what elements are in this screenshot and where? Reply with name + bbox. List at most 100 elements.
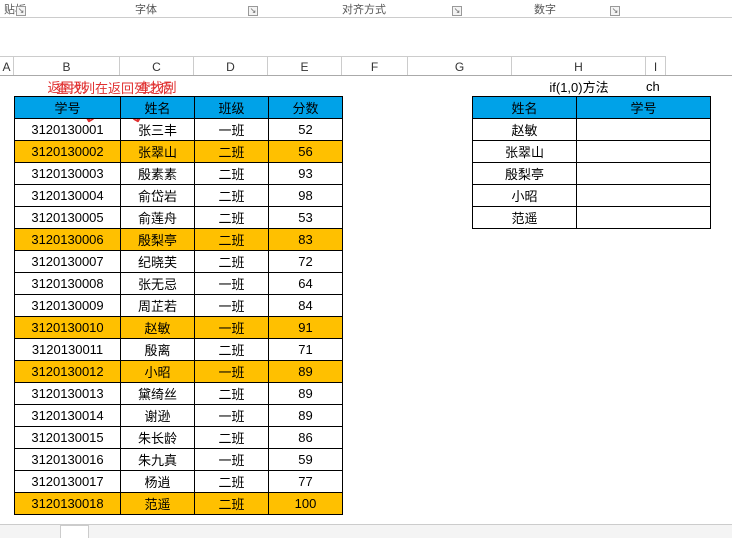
cell[interactable]: 范遥 — [473, 207, 577, 229]
cell[interactable]: 张三丰 — [121, 119, 195, 141]
cell[interactable]: 98 — [269, 185, 343, 207]
table-row[interactable]: 3120130007纪晓芙二班72 — [15, 251, 343, 273]
cell[interactable]: 72 — [269, 251, 343, 273]
cell[interactable]: 二班 — [195, 163, 269, 185]
cell[interactable]: 59 — [269, 449, 343, 471]
cell[interactable]: 3120130015 — [15, 427, 121, 449]
table-row[interactable]: 3120130003殷素素二班93 — [15, 163, 343, 185]
column-header[interactable]: G — [408, 56, 512, 75]
cell[interactable]: 100 — [269, 493, 343, 515]
lookup-table[interactable]: 姓名学号 赵敏张翠山殷梨亭小昭范遥 — [472, 96, 711, 229]
cell[interactable]: 一班 — [195, 317, 269, 339]
cell[interactable]: 3120130002 — [15, 141, 121, 163]
dialog-launcher-icon[interactable]: ↘ — [248, 6, 258, 16]
column-header[interactable]: B — [14, 56, 120, 75]
cell[interactable]: 殷离 — [121, 339, 195, 361]
cell[interactable] — [577, 163, 711, 185]
cell[interactable]: 52 — [269, 119, 343, 141]
cell[interactable]: 89 — [269, 361, 343, 383]
table-row[interactable]: 3120130002张翠山二班56 — [15, 141, 343, 163]
cell[interactable]: 71 — [269, 339, 343, 361]
table-row[interactable]: 3120130008张无忌一班64 — [15, 273, 343, 295]
cell[interactable]: 3120130001 — [15, 119, 121, 141]
table-row[interactable]: 3120130017杨逍二班77 — [15, 471, 343, 493]
table-row[interactable]: 3120130015朱长龄二班86 — [15, 427, 343, 449]
cell[interactable]: 周芷若 — [121, 295, 195, 317]
cell[interactable]: 64 — [269, 273, 343, 295]
cell[interactable]: 二班 — [195, 339, 269, 361]
cell[interactable]: 范遥 — [121, 493, 195, 515]
cell[interactable]: 黛绮丝 — [121, 383, 195, 405]
cell[interactable]: 91 — [269, 317, 343, 339]
cell[interactable]: 赵敏 — [473, 119, 577, 141]
dialog-launcher-icon[interactable]: ↘ — [16, 6, 26, 16]
table-header[interactable]: 姓名 — [121, 97, 195, 119]
cell[interactable]: 张翠山 — [121, 141, 195, 163]
cell[interactable]: 张翠山 — [473, 141, 577, 163]
cell[interactable]: 俞岱岩 — [121, 185, 195, 207]
table-row[interactable]: 3120130011殷离二班71 — [15, 339, 343, 361]
cell[interactable] — [577, 207, 711, 229]
cell[interactable]: 一班 — [195, 295, 269, 317]
cell[interactable] — [577, 141, 711, 163]
dialog-launcher-icon[interactable]: ↘ — [610, 6, 620, 16]
cell[interactable]: 86 — [269, 427, 343, 449]
table-row[interactable]: 3120130018范遥二班100 — [15, 493, 343, 515]
column-header[interactable]: F — [342, 56, 408, 75]
cell[interactable] — [577, 185, 711, 207]
table-row[interactable]: 殷梨亭 — [473, 163, 711, 185]
cell[interactable]: 一班 — [195, 361, 269, 383]
cell[interactable]: 小昭 — [473, 185, 577, 207]
cell[interactable]: 一班 — [195, 119, 269, 141]
table-row[interactable]: 3120130013黛绮丝二班89 — [15, 383, 343, 405]
table-row[interactable]: 赵敏 — [473, 119, 711, 141]
column-header[interactable]: E — [268, 56, 342, 75]
sheet-tabs[interactable] — [0, 524, 732, 538]
cell[interactable]: 二班 — [195, 471, 269, 493]
cell[interactable]: 二班 — [195, 251, 269, 273]
cell[interactable]: 3120130017 — [15, 471, 121, 493]
cell[interactable]: 3120130010 — [15, 317, 121, 339]
cell[interactable]: 3120130005 — [15, 207, 121, 229]
cell[interactable]: 二班 — [195, 185, 269, 207]
cell[interactable]: 89 — [269, 405, 343, 427]
table-row[interactable]: 范遥 — [473, 207, 711, 229]
cell[interactable]: 3120130016 — [15, 449, 121, 471]
cell[interactable]: 3120130003 — [15, 163, 121, 185]
column-header[interactable]: D — [194, 56, 268, 75]
cell[interactable]: 3120130009 — [15, 295, 121, 317]
cell[interactable]: 二班 — [195, 493, 269, 515]
cell[interactable] — [577, 119, 711, 141]
cell[interactable]: 83 — [269, 229, 343, 251]
cell[interactable]: 84 — [269, 295, 343, 317]
cell[interactable]: 殷梨亭 — [121, 229, 195, 251]
cell[interactable]: 二班 — [195, 229, 269, 251]
dialog-launcher-icon[interactable]: ↘ — [452, 6, 462, 16]
cell[interactable]: 二班 — [195, 427, 269, 449]
table-row[interactable]: 小昭 — [473, 185, 711, 207]
table-row[interactable]: 3120130010赵敏一班91 — [15, 317, 343, 339]
cell[interactable]: 赵敏 — [121, 317, 195, 339]
cell[interactable]: 殷素素 — [121, 163, 195, 185]
cell[interactable]: 谢逊 — [121, 405, 195, 427]
table-header[interactable]: 分数 — [269, 97, 343, 119]
table-row[interactable]: 3120130006殷梨亭二班83 — [15, 229, 343, 251]
cell[interactable]: 53 — [269, 207, 343, 229]
cell[interactable]: 一班 — [195, 273, 269, 295]
cell[interactable]: 二班 — [195, 383, 269, 405]
cell[interactable]: 3120130011 — [15, 339, 121, 361]
cell[interactable]: 93 — [269, 163, 343, 185]
table-row[interactable]: 3120130001张三丰一班52 — [15, 119, 343, 141]
column-header[interactable]: H — [512, 56, 646, 75]
column-header[interactable]: I — [646, 56, 666, 75]
cell[interactable]: 3120130013 — [15, 383, 121, 405]
cell[interactable]: 3120130007 — [15, 251, 121, 273]
cell[interactable]: 一班 — [195, 449, 269, 471]
table-row[interactable]: 3120130012小昭一班89 — [15, 361, 343, 383]
cell[interactable]: 俞莲舟 — [121, 207, 195, 229]
cell[interactable]: 一班 — [195, 405, 269, 427]
main-data-table[interactable]: 学号姓名班级分数 3120130001张三丰一班523120130002张翠山二… — [14, 96, 343, 515]
cell[interactable]: 二班 — [195, 141, 269, 163]
cell[interactable]: 小昭 — [121, 361, 195, 383]
cell[interactable]: 朱长龄 — [121, 427, 195, 449]
